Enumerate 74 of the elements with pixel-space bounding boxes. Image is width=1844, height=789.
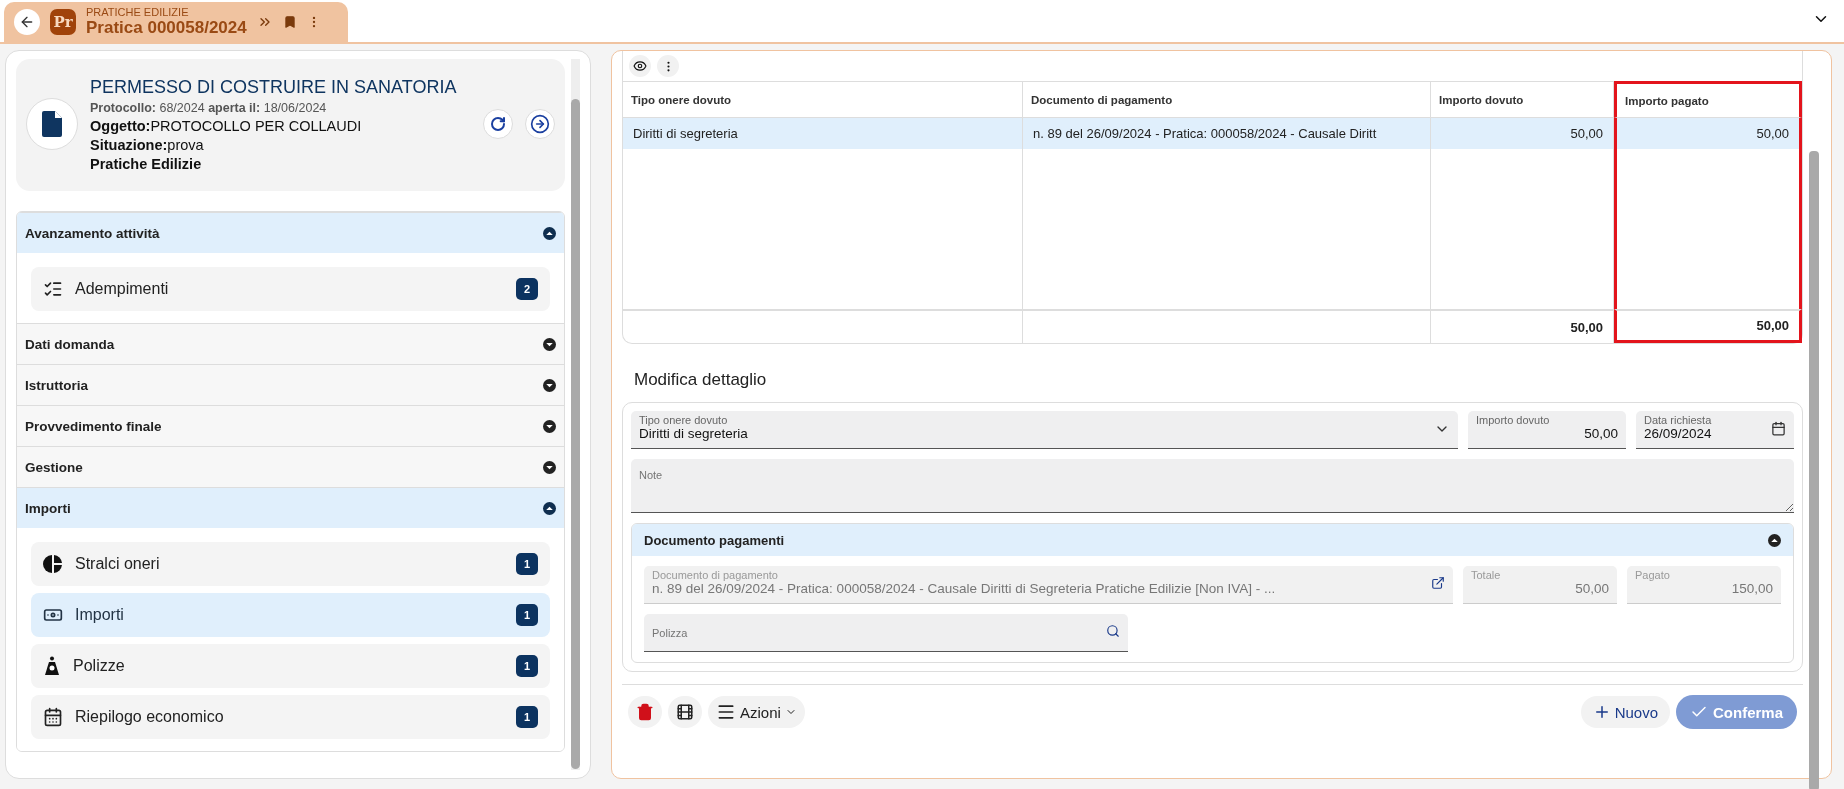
eye-icon	[633, 59, 647, 73]
practice-title: PERMESSO DI COSTRUIRE IN SANATORIA	[90, 76, 458, 98]
section-header[interactable]: Documento pagamenti	[632, 524, 1793, 556]
menu-item[interactable]: Stralci oneri 1	[31, 542, 550, 586]
section-header[interactable]: Provvedimento finale	[17, 405, 564, 446]
policy-field[interactable]: Polizza	[644, 614, 1128, 652]
date-field[interactable]: Data richiesta 26/09/2024	[1636, 411, 1794, 449]
search-icon	[1106, 624, 1120, 638]
more-button[interactable]	[657, 55, 679, 77]
film-icon	[676, 703, 694, 721]
status-text: Situazione:prova	[90, 136, 205, 153]
money-bag-icon	[43, 656, 61, 676]
document-field[interactable]: Documento di pagamento n. 89 del 26/09/2024 - Pratica: 000058/2024 - Causale Diritti di Segreteria Pratiche Edilizie [Non IVA] - ...	[644, 566, 1453, 604]
total-cell: 50,00	[1431, 309, 1614, 343]
calendar-icon	[1771, 421, 1786, 436]
pie-chart-icon	[43, 554, 63, 574]
table-cell: n. 89 del 26/09/2024 - Pratica: 000058/2024 - Causale Diritt	[1023, 117, 1431, 149]
count-badge: 1	[516, 604, 538, 626]
forward-button[interactable]	[525, 109, 555, 139]
menu-item[interactable]: Importi 1	[31, 593, 550, 637]
amount-field[interactable]: Importo dovuto 50,00	[1468, 411, 1626, 449]
table-cell: 50,00	[1614, 117, 1802, 149]
section-header[interactable]: Avanzamento attività	[17, 212, 564, 253]
actions-menu-button[interactable]: Azioni	[708, 696, 805, 728]
expand-icon	[543, 378, 556, 392]
section-header[interactable]: Importi	[17, 487, 564, 528]
scrollbar-thumb[interactable]	[571, 99, 580, 769]
scrollbar-thumb[interactable]	[1809, 151, 1819, 789]
protocol-text: Protocollo: 68/2024 aperta il: 18/06/2024	[90, 100, 328, 115]
film-button[interactable]	[668, 696, 702, 728]
document-icon	[26, 98, 78, 150]
app-logo: Pr	[50, 9, 76, 35]
external-link-icon	[1431, 576, 1445, 590]
calendar-icon	[43, 707, 63, 727]
view-button[interactable]	[629, 55, 651, 77]
back-button[interactable]	[14, 9, 40, 35]
bookmark-button[interactable]	[282, 15, 297, 29]
menu-item[interactable]: Riepilogo economico 1	[31, 695, 550, 739]
type-select[interactable]: Tipo onere dovuto Diritti di segreteria	[631, 411, 1458, 449]
note-field[interactable]: Note	[631, 459, 1794, 513]
refresh-button[interactable]	[483, 109, 513, 139]
table-cell: Diritti di segreteria	[623, 117, 1023, 149]
paid-field[interactable]: Pagato 150,00	[1627, 566, 1781, 604]
arrow-right-icon	[530, 114, 550, 134]
tab-category: PRATICHE EDILIZIE	[86, 7, 190, 19]
bookmark-icon	[282, 15, 297, 29]
count-badge: 1	[516, 706, 538, 728]
trash-icon	[636, 703, 654, 721]
section-title: Modifica dettaglio	[634, 370, 768, 390]
delete-button[interactable]	[628, 696, 662, 728]
table-cell: 50,00	[1431, 117, 1614, 149]
checklist-icon	[43, 279, 63, 299]
new-button[interactable]: Nuovo	[1580, 696, 1670, 728]
collapse-icon	[543, 501, 556, 515]
total-field[interactable]: Totale 50,00	[1463, 566, 1617, 604]
menu-icon	[716, 702, 736, 722]
menu-item[interactable]: Polizze 1	[31, 644, 550, 688]
section-header[interactable]: Dati domanda	[17, 323, 564, 364]
count-badge: 1	[516, 655, 538, 677]
expand-icon	[543, 337, 556, 351]
collapse-icon	[543, 226, 556, 240]
count-badge: 2	[516, 278, 538, 300]
expand-icon	[543, 460, 556, 474]
menu-item[interactable]: Adempimenti 2	[31, 267, 550, 311]
area-text: Pratiche Edilizie	[90, 155, 203, 172]
expand-icon	[543, 419, 556, 433]
refresh-icon	[490, 116, 506, 132]
object-text: Oggetto:PROTOCOLLO PER COLLAUDI	[90, 117, 363, 134]
section-header[interactable]: Gestione	[17, 446, 564, 487]
total-cell: 50,00	[1614, 309, 1802, 343]
count-badge: 1	[516, 553, 538, 575]
section-header[interactable]: Istruttoria	[17, 364, 564, 405]
collapse-icon	[1768, 533, 1781, 547]
tab-title: Pratica 000058/2024	[86, 18, 247, 37]
